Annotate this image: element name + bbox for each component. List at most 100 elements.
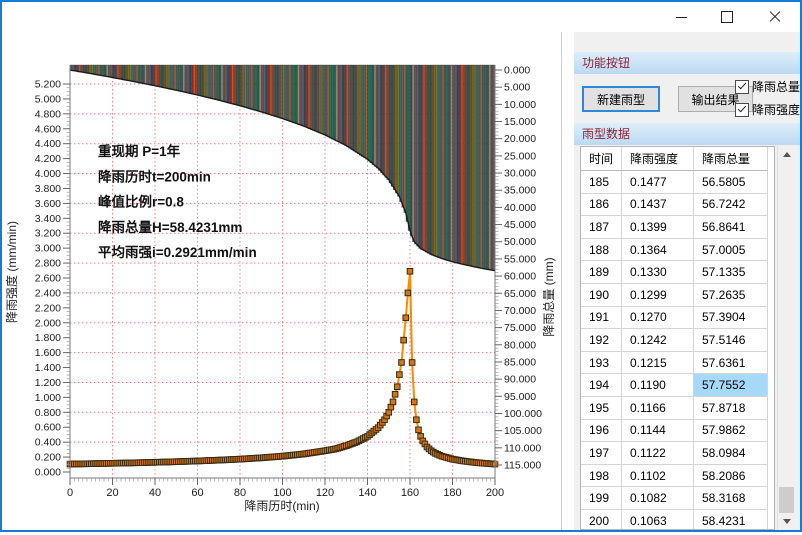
svg-text:40.000: 40.000 — [504, 202, 536, 214]
svg-text:0.600: 0.600 — [35, 422, 61, 434]
checkbox-total-rainfall[interactable]: 降雨总量 — [735, 78, 800, 95]
rain-data-table: 时间降雨强度降雨总量 1850.147756.5805 1860.143756.72… — [580, 146, 775, 530]
svg-text:70.000: 70.000 — [504, 305, 536, 317]
table-cell[interactable]: 187 — [581, 216, 622, 239]
svg-text:75.000: 75.000 — [504, 322, 536, 334]
table-cell[interactable]: 58.0984 — [694, 442, 768, 465]
scroll-up-button[interactable] — [778, 146, 795, 163]
svg-text:1.400: 1.400 — [35, 362, 61, 374]
table-cell[interactable]: 190 — [581, 284, 622, 307]
table-column-header[interactable]: 降雨总量 — [694, 147, 768, 171]
table-cell[interactable]: 199 — [581, 487, 622, 510]
table-scrollbar[interactable] — [777, 146, 795, 530]
table-cell[interactable]: 0.1144 — [622, 420, 694, 443]
table-cell[interactable]: 0.1190 — [622, 374, 694, 397]
table-cell[interactable]: 0.1122 — [622, 442, 694, 465]
table-cell[interactable]: 57.2635 — [694, 284, 768, 307]
table-cell[interactable]: 198 — [581, 465, 622, 488]
table-cell[interactable]: 197 — [581, 442, 622, 465]
app-window: 重现期 P=1年降雨历时t=200min峰值比例r=0.8降雨总量H=58.42… — [0, 0, 802, 532]
table-cell[interactable]: 0.1399 — [622, 216, 694, 239]
svg-text:3.800: 3.800 — [35, 183, 61, 195]
table-cell[interactable]: 57.1335 — [694, 261, 768, 284]
table-cell[interactable]: 57.5146 — [694, 329, 768, 352]
table-cell[interactable]: 194 — [581, 374, 622, 397]
maximize-icon — [721, 11, 733, 23]
svg-text:10.000: 10.000 — [504, 99, 536, 111]
svg-text:2.600: 2.600 — [35, 273, 61, 285]
checkbox-label: 降雨强度 — [752, 101, 800, 118]
splitter — [561, 32, 562, 530]
svg-text:60: 60 — [191, 487, 203, 499]
table-cell[interactable]: 188 — [581, 239, 622, 262]
table-cell[interactable]: 0.1166 — [622, 397, 694, 420]
svg-text:55.000: 55.000 — [504, 253, 536, 265]
table-cell[interactable]: 0.1102 — [622, 465, 694, 488]
svg-text:20.000: 20.000 — [504, 133, 536, 145]
table-cell[interactable]: 185 — [581, 171, 622, 194]
table-cell[interactable]: 193 — [581, 352, 622, 375]
scrollbar-thumb[interactable] — [779, 487, 794, 513]
scroll-down-button[interactable] — [778, 513, 795, 530]
table-column-header[interactable]: 时间 — [581, 147, 622, 171]
svg-text:3.400: 3.400 — [35, 213, 61, 225]
svg-text:0.200: 0.200 — [35, 452, 61, 464]
table-cell[interactable]: 57.9862 — [694, 420, 768, 443]
svg-text:1.600: 1.600 — [35, 347, 61, 359]
svg-text:95.000: 95.000 — [504, 391, 536, 403]
table-cell[interactable]: 0.1330 — [622, 261, 694, 284]
table-cell[interactable]: 57.6361 — [694, 352, 768, 375]
svg-text:重现期 P=1年: 重现期 P=1年 — [98, 143, 181, 159]
checkbox-label: 降雨总量 — [752, 78, 800, 95]
table-cell[interactable]: 58.2086 — [694, 465, 768, 488]
table-cell[interactable]: 58.4231 — [694, 510, 768, 530]
table-cell[interactable]: 189 — [581, 261, 622, 284]
table-cell[interactable]: 0.1299 — [622, 284, 694, 307]
table-column-header[interactable]: 降雨强度 — [622, 147, 694, 171]
svg-text:50.000: 50.000 — [504, 236, 536, 248]
table-cell[interactable]: 0.1063 — [622, 510, 694, 530]
checkbox-checked-icon — [735, 103, 749, 117]
table-cell[interactable]: 195 — [581, 397, 622, 420]
maximize-button[interactable] — [704, 2, 750, 32]
table-cell[interactable]: 56.5805 — [694, 171, 768, 194]
minimize-button[interactable] — [658, 2, 704, 32]
svg-text:0: 0 — [67, 487, 73, 499]
new-pattern-button[interactable]: 新建雨型 — [582, 86, 660, 112]
checkbox-checked-icon — [735, 80, 749, 94]
table-cell[interactable]: 0.1215 — [622, 352, 694, 375]
table-cell[interactable]: 0.1270 — [622, 307, 694, 330]
svg-text:降雨总量H=58.4231mm: 降雨总量H=58.4231mm — [98, 219, 242, 235]
table-cell[interactable]: 186 — [581, 194, 622, 217]
table-cell[interactable]: 56.7242 — [694, 194, 768, 217]
table-cell[interactable]: 57.0005 — [694, 239, 768, 262]
svg-text:峰值比例r=0.8: 峰值比例r=0.8 — [98, 194, 184, 210]
table-cell[interactable]: 58.3168 — [694, 487, 768, 510]
svg-text:1.200: 1.200 — [35, 377, 61, 389]
side-panel: 功能按钮 新建雨型 输出结果 降雨总量 降雨强度 雨型数据 时间降雨强度降雨总量… — [574, 32, 800, 530]
data-group-header: 雨型数据 — [574, 123, 800, 145]
table-cell[interactable]: 0.1477 — [622, 171, 694, 194]
table-cell[interactable]: 0.1082 — [622, 487, 694, 510]
arrow-up-icon — [783, 152, 791, 157]
svg-text:降雨总量 (mm): 降雨总量 (mm) — [542, 257, 556, 336]
checkbox-rain-intensity[interactable]: 降雨强度 — [735, 101, 800, 118]
table-cell[interactable]: 196 — [581, 420, 622, 443]
selected-table-cell[interactable]: 57.7552 — [694, 374, 768, 397]
table-cell[interactable]: 191 — [581, 307, 622, 330]
table-cell[interactable]: 192 — [581, 329, 622, 352]
svg-text:4.600: 4.600 — [35, 123, 61, 135]
table-cell[interactable]: 200 — [581, 510, 622, 530]
svg-text:4.800: 4.800 — [35, 108, 61, 120]
table-cell[interactable]: 0.1364 — [622, 239, 694, 262]
svg-text:平均雨强i=0.2921mm/min: 平均雨强i=0.2921mm/min — [98, 244, 257, 260]
table-cell[interactable]: 0.1437 — [622, 194, 694, 217]
svg-text:35.000: 35.000 — [504, 185, 536, 197]
close-button[interactable] — [752, 2, 798, 32]
table-cell[interactable]: 0.1242 — [622, 329, 694, 352]
table-cell[interactable]: 56.8641 — [694, 216, 768, 239]
svg-text:120: 120 — [316, 487, 334, 499]
table-cell[interactable]: 57.8718 — [694, 397, 768, 420]
svg-text:4.200: 4.200 — [35, 153, 61, 165]
table-cell[interactable]: 57.3904 — [694, 307, 768, 330]
